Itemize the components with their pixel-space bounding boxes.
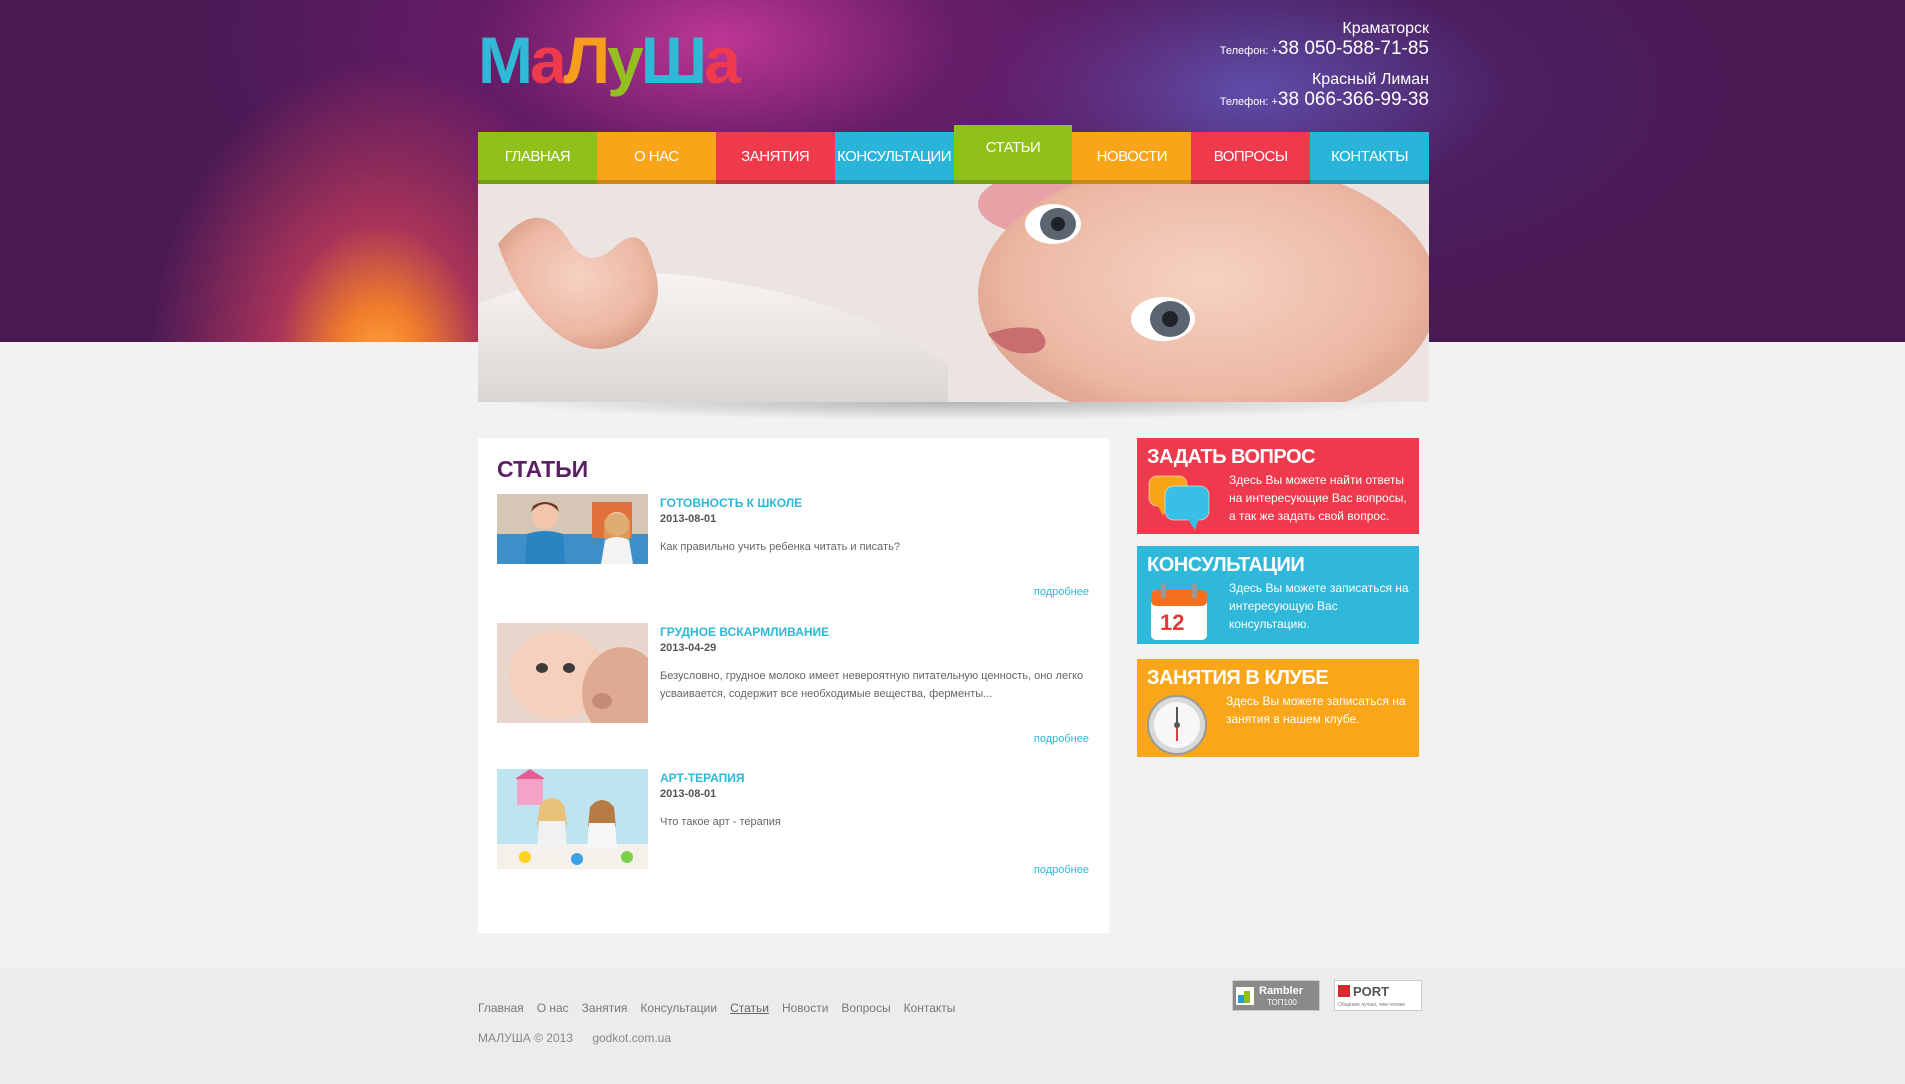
footer-link-consultations[interactable]: Консультации [640,1001,717,1015]
article-thumbnail[interactable] [497,769,648,869]
logo-letter: М [478,23,533,97]
footer-link-classes[interactable]: Занятия [582,1001,628,1015]
port-counter-badge[interactable]: PORT Общение лучше, чем чтение [1334,980,1422,1011]
contact-phone: Телефон: +38 050-588-71-85 [1220,38,1429,62]
nav-item-about[interactable]: О нас [596,132,716,184]
footer [0,968,1905,1084]
logo-letter: Л [563,23,610,97]
footer-link-articles[interactable]: Статьи [730,1001,769,1015]
box-title: Задать вопрос [1147,446,1316,468]
copyright-text: МАЛУША © 2013 [478,1031,573,1045]
site-logo[interactable]: М а Л у Ш а [478,23,741,97]
footer-nav: Главная О нас Занятия Консультации Стать… [478,1001,968,1015]
footer-link-questions[interactable]: Вопросы [841,1001,890,1015]
box-description: Здесь Вы можете записаться на интересующ… [1229,581,1409,631]
nav-item-contacts[interactable]: Контакты [1310,132,1429,184]
copyright: МАЛУША © 2013 godkot.com.ua [478,1031,671,1045]
chat-bubbles-icon [1147,474,1213,537]
nav-item-consultations[interactable]: Консультации [834,132,954,184]
article-title[interactable]: Готовность к школе [660,496,802,510]
article-item: Арт-терапия 2013-08-01 Что такое арт - т… [497,769,1097,899]
phone-number: 38 066-366-99-38 [1277,89,1429,110]
article-date: 2013-04-29 [660,642,717,654]
article-description: Безусловно, грудное молоко имеет невероя… [660,670,1084,700]
nav-item-questions[interactable]: Вопросы [1191,132,1311,184]
club-classes-box[interactable]: Занятия в клубе Здесь Вы можете записать… [1137,659,1419,757]
article-item: Грудное вскармливание 2013-04-29 Безусло… [497,623,1097,763]
box-title: Консультации [1147,554,1305,576]
article-description: Что такое арт - терапия [660,816,781,828]
calendar-icon: 12 [1147,582,1211,647]
counter-name: PORT [1353,984,1389,999]
article-thumbnail[interactable] [497,623,648,723]
phone-label: Телефон: + [1219,96,1278,108]
contact-city: Краматорск [1342,20,1429,37]
article-date: 2013-08-01 [660,513,717,525]
phone-label: Телефон: + [1219,45,1278,57]
baby-photo [478,184,1429,402]
page-title: СТАТЬИ [497,456,589,482]
ask-question-box[interactable]: Задать вопрос Здесь Вы можете найти отве… [1137,438,1419,534]
nav-item-classes[interactable]: Занятия [715,132,835,184]
footer-link-home[interactable]: Главная [478,1001,524,1015]
main-nav: Главная О нас Занятия Консультации Стать… [478,125,1429,184]
article-description: Как правильно учить ребенка читать и пис… [660,541,900,553]
banner-shadow [490,402,1417,420]
article-title[interactable]: Арт-терапия [660,771,745,785]
read-more-link[interactable]: подробнее [1034,864,1089,876]
nav-item-news[interactable]: Новости [1072,132,1192,184]
clock-icon [1147,693,1211,762]
counter-sub: Общение лучше, чем чтение [1338,1002,1405,1008]
counter-name: Rambler [1259,985,1304,997]
footer-link-news[interactable]: Новости [782,1001,828,1015]
article-thumbnail[interactable] [497,494,648,564]
phone-number: 38 050-588-71-85 [1277,38,1429,59]
box-title: Занятия в клубе [1147,667,1329,689]
logo-letter: а [529,23,567,97]
header-contacts: Краматорск Телефон: +38 050-588-71-85 Кр… [1220,19,1429,121]
box-description: Здесь Вы можете записаться на занятия в … [1226,694,1406,726]
site-link[interactable]: godkot.com.ua [592,1031,671,1045]
contact-phone: Телефон: +38 066-366-99-38 [1220,89,1429,113]
nav-item-articles[interactable]: Статьи [953,125,1073,184]
footer-link-contacts[interactable]: Контакты [904,1001,956,1015]
counters: Rambler ТОП100 PORT Общение лучше, чем ч… [1232,980,1436,1011]
logo-letter: Ш [640,23,707,97]
logo-letter: а [704,23,741,97]
article-title[interactable]: Грудное вскармливание [660,625,829,639]
consultations-box[interactable]: Консультации 12 Здесь Вы можете записать… [1137,546,1419,644]
hero-banner-image [478,184,1429,402]
read-more-link[interactable]: подробнее [1034,586,1089,598]
article-item: Готовность к школе 2013-08-01 Как правил… [497,494,1097,614]
logo-letter: у [607,23,644,97]
counter-sub: ТОП100 [1267,998,1297,1007]
articles-panel: СТАТЬИ Готовность к школе 2013-08-01 Как… [478,438,1109,933]
box-description: Здесь Вы можете найти ответы на интересу… [1229,473,1407,523]
calendar-day: 12 [1160,610,1184,635]
footer-link-about[interactable]: О нас [537,1001,569,1015]
contact-city: Красный Лиман [1311,71,1429,88]
read-more-link[interactable]: подробнее [1034,733,1089,745]
rambler-counter-badge[interactable]: Rambler ТОП100 [1232,980,1320,1011]
nav-item-home[interactable]: Главная [478,132,597,184]
article-date: 2013-08-01 [660,788,717,800]
